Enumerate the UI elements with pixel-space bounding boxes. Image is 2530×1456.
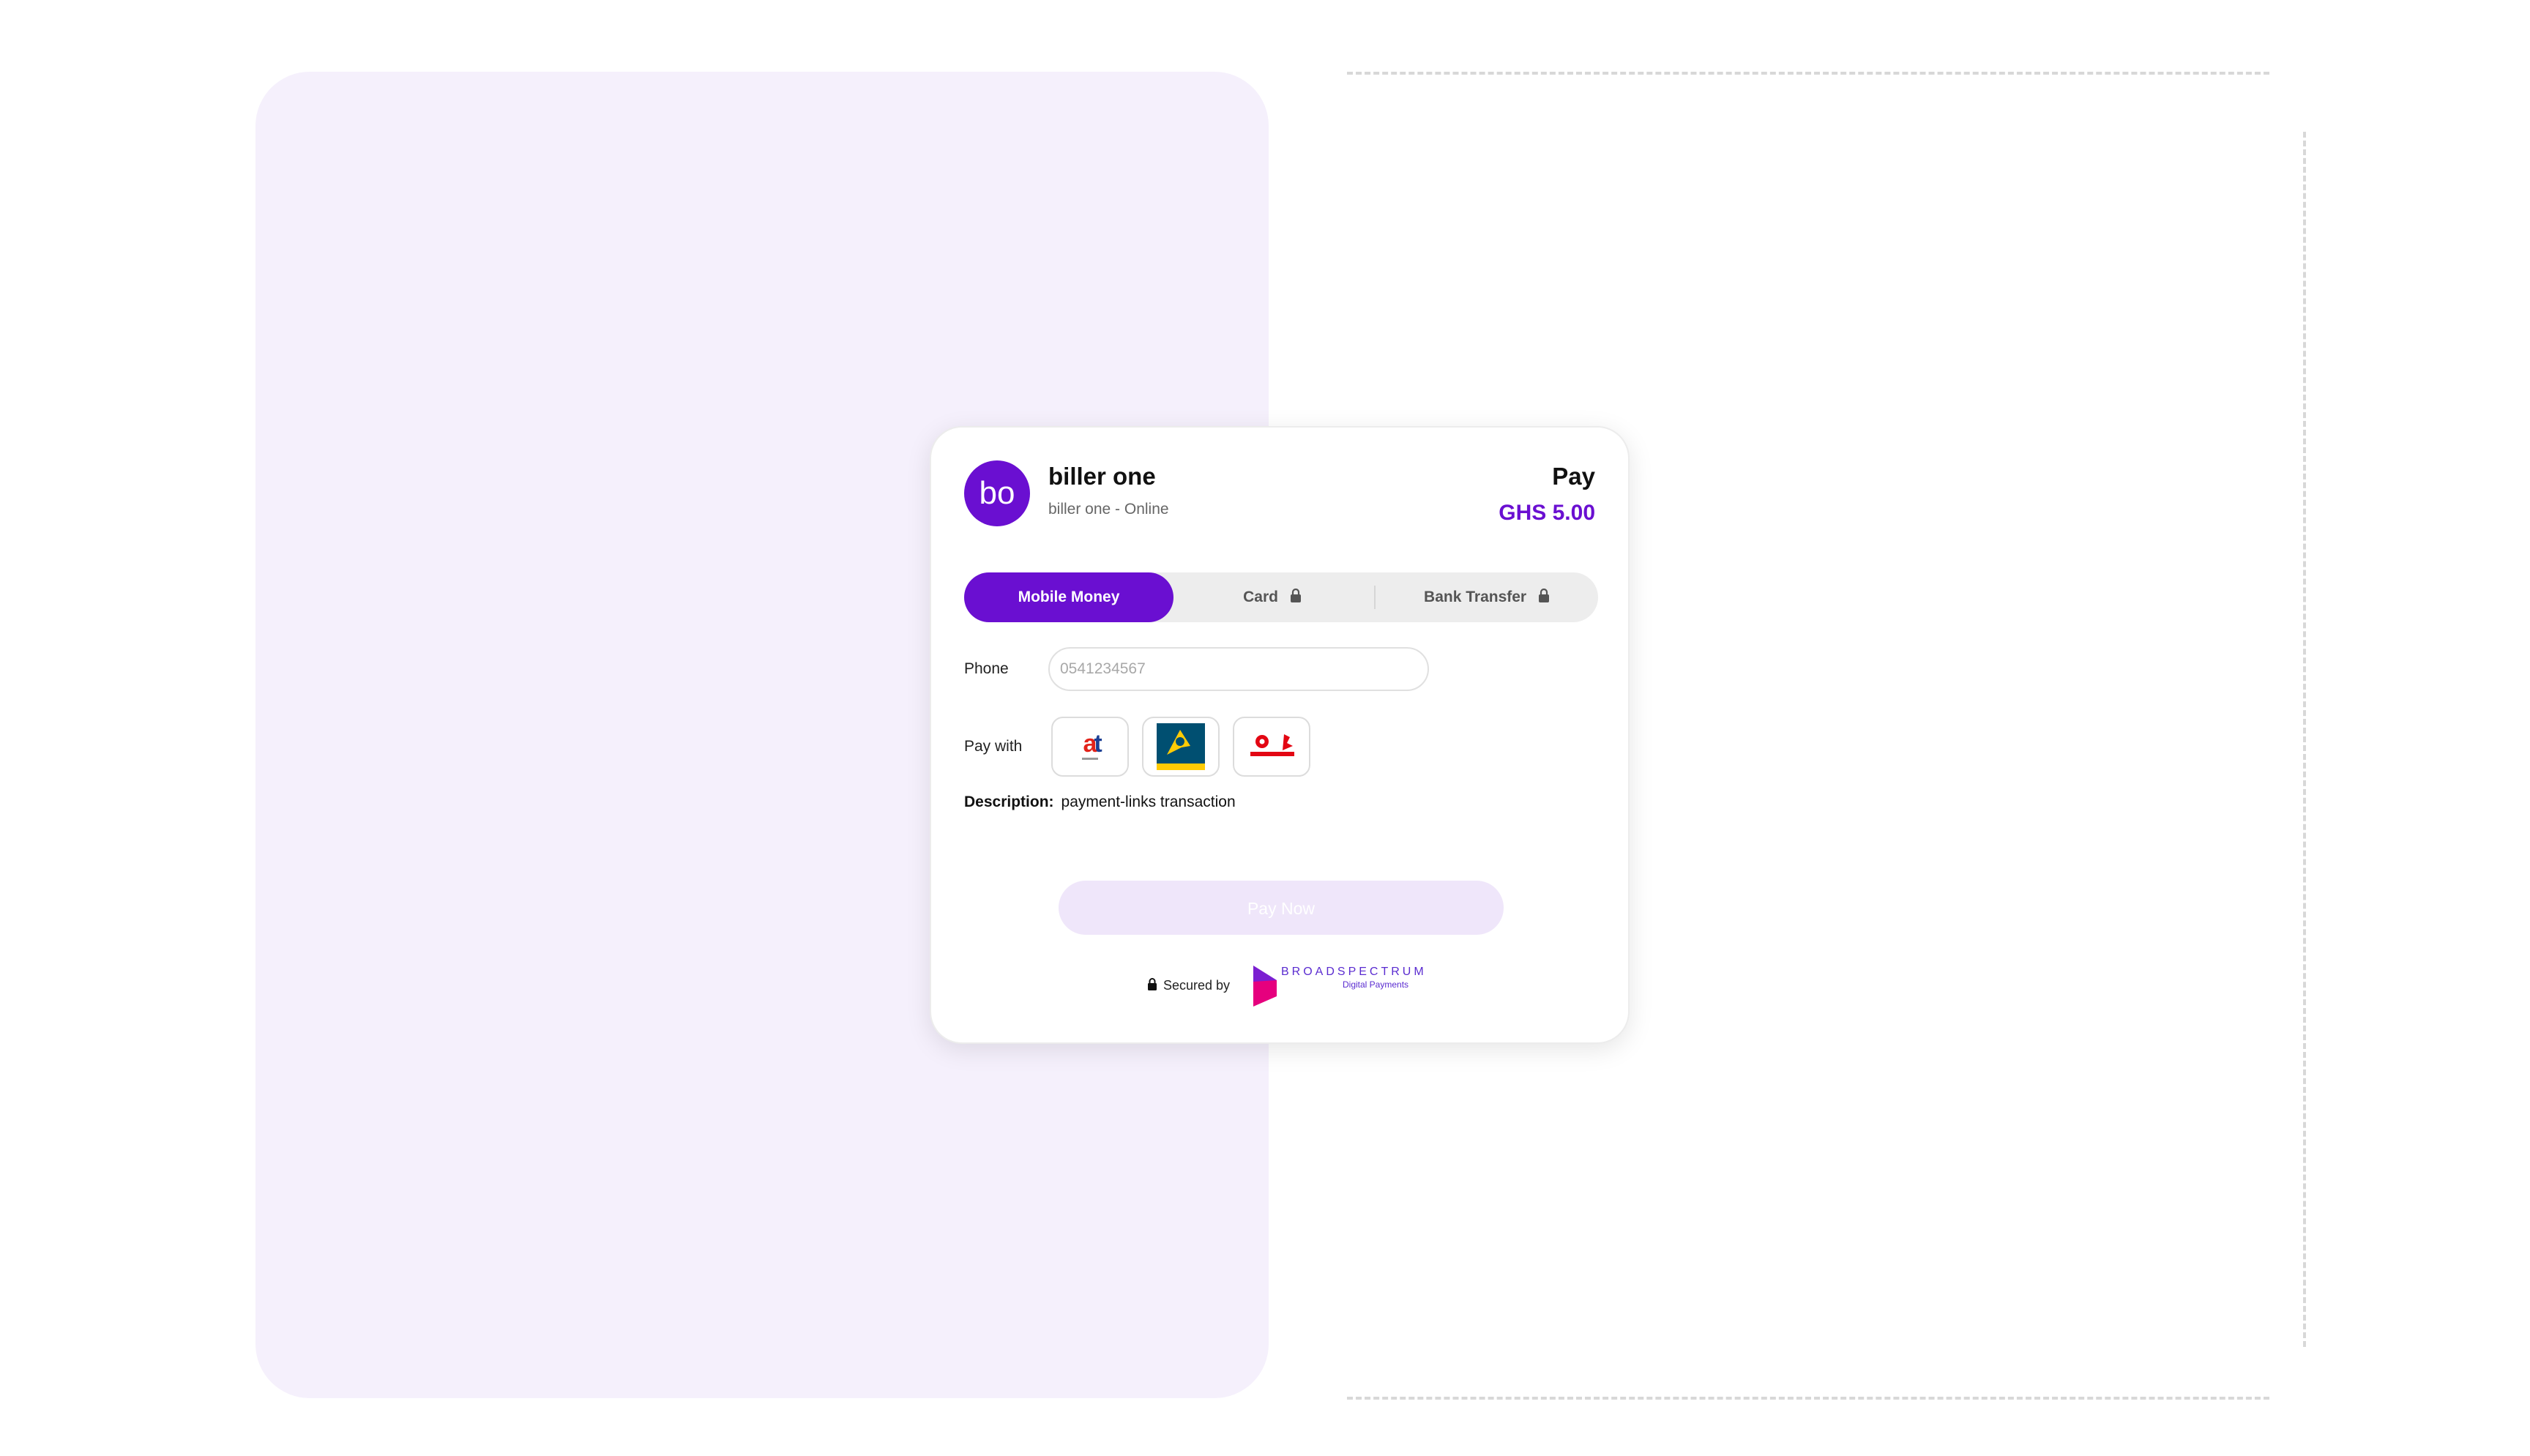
tab-bank-transfer[interactable]: Bank Transfer [1376,572,1598,622]
provider-mtn-momo[interactable] [1142,717,1220,777]
mtn-momo-logo-icon [1157,723,1205,770]
provider-telecel-cash[interactable] [1233,717,1310,777]
pay-with-label: Pay with [964,738,1023,755]
payment-card: bo biller one biller one - Online Pay GH… [930,426,1630,1044]
biller-avatar: bo [964,460,1030,526]
secured-by-label: Secured by [1163,978,1231,993]
telecel-cash-logo-icon [1250,734,1294,756]
broadspectrum-mark-icon [1253,966,1277,1007]
tab-label: Card [1243,589,1278,605]
brand-tagline: Digital Payments [1343,979,1409,990]
dashed-border-top [1347,72,2269,75]
payment-method-tabs: Mobile Money Card Bank Transfer [964,572,1598,622]
provider-at-money[interactable]: a t [1051,717,1129,777]
pay-now-button[interactable]: Pay Now [1059,881,1504,935]
lock-icon [1148,978,1157,990]
pay-label: Pay [1552,463,1595,490]
description-value: payment-links transaction [1061,794,1236,810]
tab-label: Mobile Money [1018,589,1120,605]
tab-mobile-money[interactable]: Mobile Money [964,572,1173,622]
dashed-border-right [2303,132,2306,1347]
svg-text:t: t [1094,730,1102,758]
brand-name: BROADSPECTRUM [1281,966,1427,978]
tab-card[interactable]: Card [1173,572,1371,622]
phone-label: Phone [964,660,1009,677]
dashed-border-bottom [1347,1397,2269,1400]
description-label: Description: [964,794,1054,810]
at-money-logo-icon: a t [1082,730,1102,760]
biller-name: biller one [1048,463,1156,490]
biller-subtitle: biller one - Online [1048,501,1169,518]
description-row: Description: payment-links transaction [964,794,1236,811]
lock-icon [1538,589,1549,603]
lock-icon [1290,589,1301,603]
tab-label: Bank Transfer [1424,589,1527,605]
phone-input[interactable] [1048,647,1429,691]
secured-by: Secured by [1147,978,1230,993]
payment-amount: GHS 5.00 [1499,501,1595,525]
